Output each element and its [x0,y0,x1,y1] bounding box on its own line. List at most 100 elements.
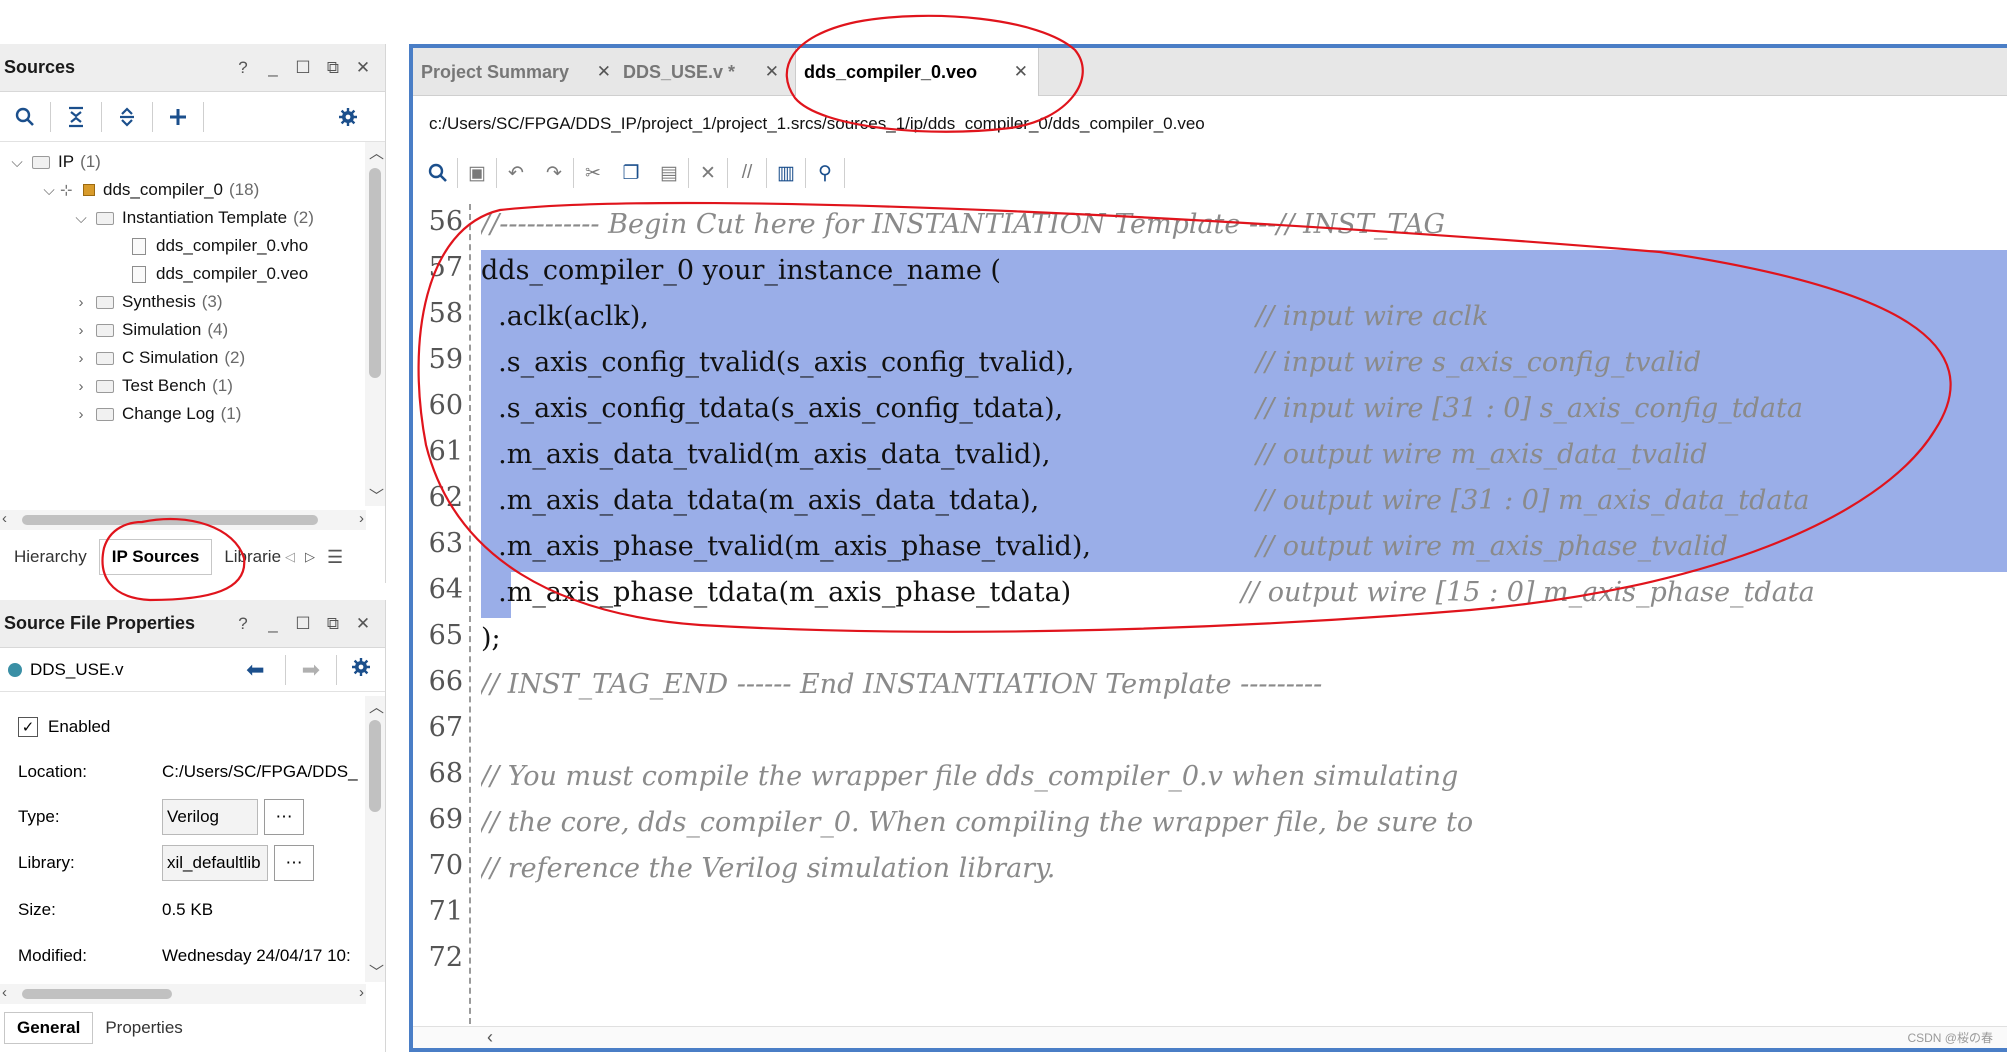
chevron-right-icon[interactable]: › [70,294,92,311]
code-text: ); [481,623,501,654]
delete-icon[interactable]: ✕ [689,155,727,191]
lightbulb-icon[interactable]: ⚲ [806,155,844,191]
gear-icon[interactable] [323,97,373,137]
editor-toolbar: ▣ ↶ ↷ ✂ ❐ ▤ ✕ // ▥ ⚲ [413,150,2007,196]
cut-icon[interactable]: ✂ [574,155,612,191]
expand-all-icon[interactable] [102,97,152,137]
enabled-checkbox[interactable]: ✓ [18,717,38,737]
scroll-left-icon[interactable]: ‹ [487,1027,493,1048]
editor-horizontal-scrollbar[interactable]: ‹ CSDN @桜の春 [413,1026,2007,1048]
column-mode-icon[interactable]: ▥ [767,155,805,191]
chevron-down-icon[interactable]: ⌵ [70,210,92,227]
tab-ip-sources[interactable]: IP Sources [98,539,213,575]
paste-icon[interactable]: ▤ [650,155,688,191]
minimize-icon[interactable]: _ [265,614,281,634]
float-icon[interactable]: ⧉ [325,58,341,78]
properties-toolbar: DDS_USE.v ⬅ ➡ [0,648,385,692]
close-icon[interactable]: ✕ [355,58,371,78]
save-icon[interactable]: ▣ [458,155,496,191]
sources-vertical-scrollbar[interactable]: ︿ ﹀ [365,142,385,506]
search-icon[interactable] [0,97,50,137]
tab-dds-compiler-veo[interactable]: dds_compiler_0.veo ✕ [795,48,1039,96]
type-browse-button[interactable]: ⋯ [264,799,304,835]
scroll-up-icon[interactable]: ︿ [369,142,384,163]
close-icon[interactable]: ✕ [355,614,371,634]
scroll-thumb[interactable] [22,515,318,525]
close-tab-icon[interactable]: ✕ [765,62,779,82]
scroll-down-icon[interactable]: ﹀ [369,485,384,506]
code-text: .m_axis_data_tvalid(m_axis_data_tvalid), [481,439,1051,470]
help-icon[interactable]: ? [235,58,251,78]
library-field[interactable]: xil_defaultlib [162,845,268,881]
tab-dds-use[interactable]: DDS_USE.v * ✕ [621,48,789,96]
search-icon[interactable] [419,155,457,191]
chevron-right-icon[interactable]: › [70,378,92,395]
scroll-up-icon[interactable]: ︿ [369,696,384,717]
properties-horizontal-scrollbar[interactable]: ‹ › [0,984,366,1004]
code-line: ); [481,616,2007,662]
scroll-left-icon[interactable]: ‹ [2,510,7,527]
tab-general[interactable]: General [4,1012,94,1044]
tab-hierarchy[interactable]: Hierarchy [2,539,99,575]
add-sources-icon[interactable] [153,97,203,137]
scroll-down-icon[interactable]: ﹀ [369,961,384,982]
scroll-right-icon[interactable]: › [359,510,364,527]
maximize-icon[interactable]: ☐ [295,58,311,78]
close-tab-icon[interactable]: ✕ [1014,62,1028,82]
size-row: Size: 0.5 KB [18,893,213,927]
location-label: Location: [18,762,87,781]
minimize-icon[interactable]: _ [265,58,281,78]
sources-panel: Sources ? _ ☐ ⧉ ✕ ⌵ IP (1) ⌵ ⊹ dds_compi… [0,44,386,583]
line-number: 71 [428,896,463,927]
code-area[interactable]: //----------- Begin Cut here for INSTANT… [481,204,2007,1034]
back-arrow-icon[interactable]: ⬅ [246,657,264,683]
chevron-right-icon[interactable]: › [70,322,92,339]
chevron-right-icon[interactable]: › [70,406,92,423]
chevron-down-icon[interactable]: ⌵ [38,182,60,199]
chevron-down-icon[interactable]: ⌵ [6,154,28,171]
code-comment: // input wire [31 : 0] s_axis_config_tda… [1256,393,1803,424]
file-status-icon [8,662,22,677]
scroll-thumb[interactable] [22,989,172,999]
line-number: 61 [428,436,463,467]
help-icon[interactable]: ? [235,614,251,634]
tab-scroll-right-icon[interactable]: ▷ [305,549,315,565]
tab-scroll-left-icon[interactable]: ◁ [285,549,295,565]
editor-tab-bar: Project Summary ✕ DDS_USE.v * ✕ dds_compil… [413,48,2007,96]
gear-icon[interactable] [351,657,371,682]
type-field[interactable]: Verilog [162,799,258,835]
scroll-thumb[interactable] [369,168,381,378]
code-comment: // the core, dds_compiler_0. When compil… [481,807,1474,838]
collapse-all-icon[interactable] [51,97,101,137]
tab-project-summary[interactable]: Project Summary ✕ [413,48,621,96]
sources-title: Sources [4,57,76,77]
sources-horizontal-scrollbar[interactable]: ‹ › [0,510,366,530]
close-tab-icon[interactable]: ✕ [597,62,611,82]
scroll-right-icon[interactable]: › [359,984,364,1001]
line-number: 60 [428,390,463,421]
library-browse-button[interactable]: ⋯ [274,845,314,881]
modified-label: Modified: [18,946,87,965]
scroll-thumb[interactable] [369,720,381,812]
tab-properties[interactable]: Properties [93,1010,194,1046]
file-icon [132,237,146,255]
modified-row: Modified: Wednesday 24/04/17 10: [18,939,362,973]
tree-item-change-log[interactable]: › Change Log (1) [70,397,242,431]
properties-vertical-scrollbar[interactable]: ︿ ﹀ [365,696,385,982]
scroll-left-icon[interactable]: ‹ [2,984,7,1001]
float-icon[interactable]: ⧉ [325,614,341,634]
maximize-icon[interactable]: ☐ [295,614,311,634]
chevron-right-icon[interactable]: › [70,350,92,367]
library-row: Library: xil_defaultlib ⋯ [18,845,314,881]
forward-arrow-icon[interactable]: ➡ [302,657,320,683]
redo-icon[interactable]: ↷ [535,155,573,191]
copy-icon[interactable]: ❐ [612,155,650,191]
undo-icon[interactable]: ↶ [497,155,535,191]
code-line: // the core, dds_compiler_0. When compil… [481,800,2007,846]
size-label: Size: [18,900,56,919]
code-comment: // output wire [31 : 0] m_axis_data_tdat… [1256,485,1810,516]
tab-libraries[interactable]: Librarie [212,539,285,575]
sources-toolbar [0,92,385,142]
tab-menu-icon[interactable]: ☰ [327,547,343,568]
comment-icon[interactable]: // [728,155,766,191]
